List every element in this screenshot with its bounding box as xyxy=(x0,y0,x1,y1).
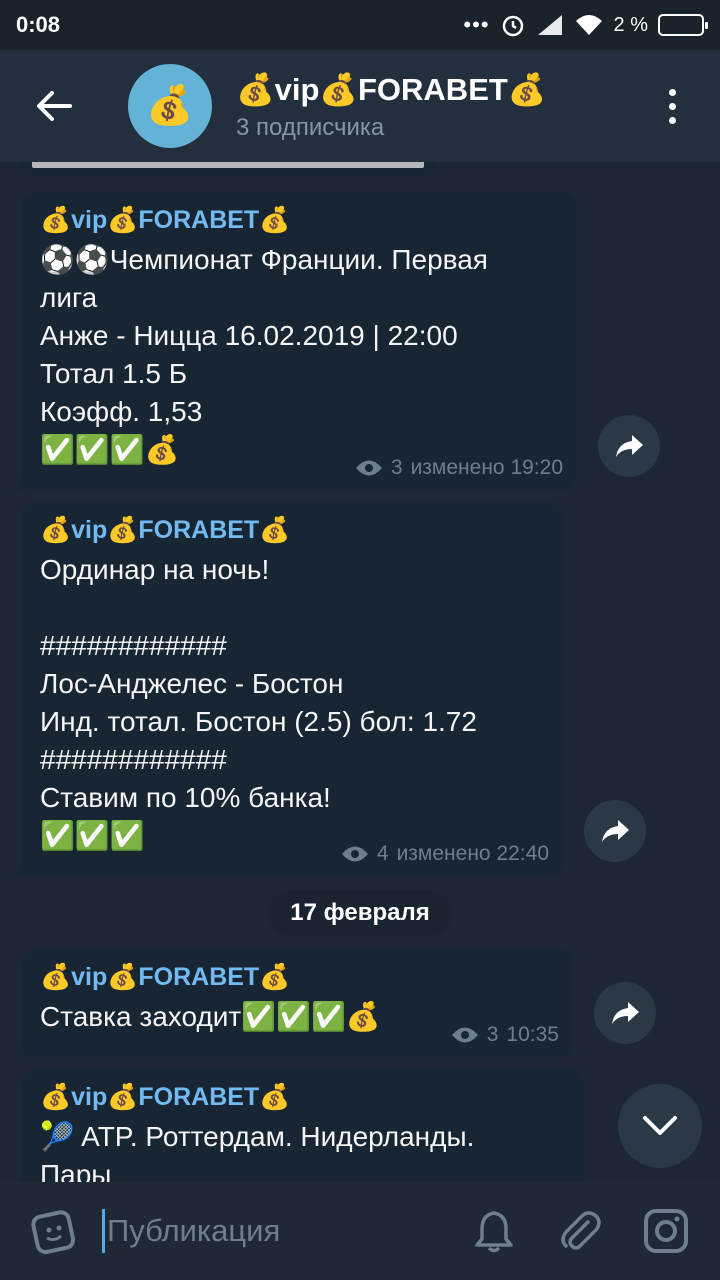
share-icon xyxy=(602,820,629,842)
text-caret xyxy=(102,1209,105,1253)
message-sender: 💰vip💰FORABET💰 xyxy=(40,206,291,234)
notification-dots-icon: ••• xyxy=(463,12,490,37)
alarm-icon xyxy=(502,15,523,37)
attach-button[interactable] xyxy=(552,1203,608,1259)
eye-icon xyxy=(341,846,368,862)
message-text: 🎾 ATP. Роттердам. Нидерланды. Пары xyxy=(40,1121,475,1182)
paperclip-icon xyxy=(561,1211,601,1250)
back-button[interactable] xyxy=(24,76,84,136)
message-meta: 3 10:35 xyxy=(451,1023,559,1047)
notification-toggle-button[interactable] xyxy=(466,1203,522,1259)
message-composer: Публикация xyxy=(0,1182,720,1280)
message-meta: 3 изменено 19:20 xyxy=(355,456,563,480)
sticker-button[interactable] xyxy=(24,1201,84,1261)
more-options-button[interactable] xyxy=(660,76,684,136)
instagram-camera-icon xyxy=(644,1209,688,1253)
eye-icon xyxy=(451,1027,478,1043)
message-sender: 💰vip💰FORABET💰 xyxy=(40,1083,291,1111)
signal-icon xyxy=(537,15,562,35)
wifi-icon xyxy=(575,15,602,35)
message-time: 10:35 xyxy=(506,1023,559,1046)
share-button[interactable] xyxy=(594,982,656,1044)
bell-icon xyxy=(475,1211,513,1253)
message-bubble[interactable]: 💰vip💰FORABET💰 🎾 ATP. Роттердам. Нидерлан… xyxy=(22,1069,584,1182)
sticker-icon xyxy=(31,1210,76,1255)
message-bubble[interactable]: 💰vip💰FORABET💰 Ординар на ночь! #########… xyxy=(22,502,563,876)
message-input-placeholder: Публикация xyxy=(107,1213,281,1248)
message-sender: 💰vip💰FORABET💰 xyxy=(40,516,291,544)
channel-info[interactable]: 💰vip💰FORABET💰 3 подписчика xyxy=(236,71,546,142)
camera-button[interactable] xyxy=(638,1203,694,1259)
share-button[interactable] xyxy=(598,415,660,477)
status-bar: 0:08 ••• 2 % xyxy=(0,0,720,50)
view-count: 3 xyxy=(486,1023,499,1046)
message-sender: 💰vip💰FORABET💰 xyxy=(40,963,291,991)
message-text: ⚽⚽Чемпионат Франции. Первая лига Анже - … xyxy=(40,244,488,465)
money-bag-icon: 💰 xyxy=(146,85,194,127)
message-meta: 4 изменено 22:40 xyxy=(341,842,549,866)
chevron-down-icon xyxy=(643,1116,677,1135)
arrow-left-icon xyxy=(37,91,72,121)
share-icon xyxy=(612,1002,639,1024)
scroll-to-bottom-button[interactable] xyxy=(618,1084,702,1168)
message-time: изменено 22:40 xyxy=(396,842,549,865)
channel-title: 💰vip💰FORABET💰 xyxy=(236,71,547,107)
eye-icon xyxy=(355,460,382,476)
status-time: 0:08 xyxy=(16,12,61,37)
battery-icon xyxy=(658,14,708,36)
battery-percent: 2 % xyxy=(613,13,648,36)
subscriber-count: 3 подписчика xyxy=(236,113,385,141)
status-icons: ••• 2 % xyxy=(463,12,708,38)
message-input[interactable]: Публикация xyxy=(102,1201,466,1261)
channel-avatar[interactable]: 💰 xyxy=(128,64,212,148)
previous-message xyxy=(22,162,434,176)
share-button[interactable] xyxy=(584,800,646,862)
view-count: 4 xyxy=(376,842,389,865)
chat-header: 💰 💰vip💰FORABET💰 3 подписчика xyxy=(0,50,720,162)
share-icon xyxy=(616,435,643,457)
message-time: изменено 19:20 xyxy=(410,456,563,479)
message-bubble[interactable]: 💰vip💰FORABET💰 ⚽⚽Чемпионат Франции. Перва… xyxy=(22,192,577,490)
message-text: Ординар на ночь! ############ Лос-Анджел… xyxy=(40,554,477,851)
message-list[interactable]: 💰vip💰FORABET💰 ⚽⚽Чемпионат Франции. Перва… xyxy=(0,162,720,1182)
view-count: 3 xyxy=(390,456,403,479)
message-bubble[interactable]: 💰vip💰FORABET💰 Ставка заходит✅✅✅💰 3 10:35 xyxy=(22,949,573,1057)
date-separator: 17 февраля xyxy=(268,890,452,936)
